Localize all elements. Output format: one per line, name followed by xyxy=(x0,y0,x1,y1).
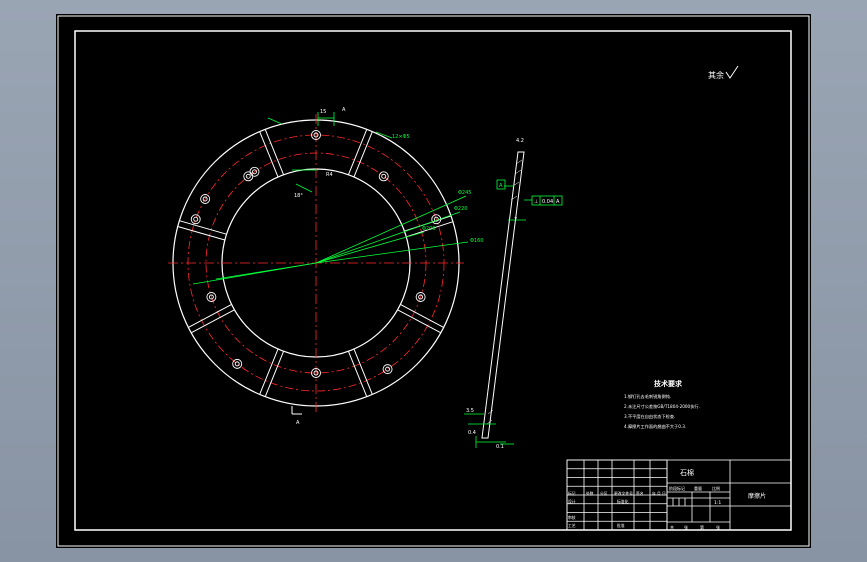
slot-edge-6 xyxy=(188,304,232,328)
rivet-hole-3 xyxy=(378,171,389,182)
rivet-hole-6 xyxy=(385,366,391,372)
drawing-sheet: 其余 Φ245 Φ220 Φ200 Φ160 12×Φ5 15 A 18° R4… xyxy=(56,14,811,548)
tb-label-process: 工艺 xyxy=(568,523,576,528)
small-dim-label: 7 xyxy=(514,217,517,223)
tb-label-design: 设计 xyxy=(568,499,576,504)
tb-label-approve: 批准 xyxy=(617,523,625,528)
tb-label-weight: 重量 xyxy=(694,485,702,491)
rivet-hole-6 xyxy=(382,364,393,375)
top-width-label: 15 xyxy=(320,109,326,115)
tol-symbol: ⊥ xyxy=(534,199,538,205)
sheet-label-no: 第 xyxy=(700,524,704,530)
dia-label-3: Φ200 xyxy=(422,226,435,232)
material-text: 石棉 xyxy=(680,468,694,477)
section-hatch xyxy=(486,159,523,425)
title-block-labels: 标记 处数 分区 更改文件号 签名 年.月.日 设计 标准化 审核 工艺 批准 xyxy=(568,491,666,528)
outer-border xyxy=(57,15,810,547)
tech-title: 技术要求 xyxy=(654,379,683,388)
tb-label-count: 处数 xyxy=(586,491,594,496)
tb-label-zone: 分区 xyxy=(600,491,608,496)
rivet-hole-3 xyxy=(381,173,387,179)
hole-spec-label: 12×Φ5 xyxy=(392,134,410,140)
rivet-hole-8 xyxy=(232,358,243,369)
tolerance-frame: ⊥ 0.04 A xyxy=(531,195,563,206)
tb-label-review: 审核 xyxy=(568,515,576,520)
tb-label-scale: 比例 xyxy=(712,485,720,491)
roughness-text: 其余 xyxy=(708,70,724,80)
tol-datum: A xyxy=(556,199,560,205)
tb-label-mark: 标记 xyxy=(568,491,576,496)
tb-label-standard: 标准化 xyxy=(617,499,629,504)
section-mark-top: A xyxy=(342,107,346,113)
slot-edge-7 xyxy=(177,225,225,241)
rivet-hole-10 xyxy=(193,216,199,222)
tb-label-date: 年.月.日 xyxy=(652,491,666,496)
section-side-view: A ⊥ 0.04 A 4.2 3.5 0.4 0.1 7 xyxy=(464,138,563,450)
tech-item-4: 4.摩擦片工作面的翘曲不大于0.3. xyxy=(624,423,686,430)
side-top-label: 4.2 xyxy=(516,138,524,144)
tol-value: 0.04 xyxy=(542,199,553,205)
flatness-tol-label: 0.1 xyxy=(496,444,504,450)
ring-front-view: Φ245 Φ220 Φ200 Φ160 12×Φ5 15 A 18° R4 A xyxy=(168,107,483,426)
thickness-label: 3.5 xyxy=(466,408,474,414)
sheet-label-sheets-1: 张 xyxy=(684,524,688,530)
section-mark-bottom: A xyxy=(296,420,300,426)
sheet-label-sheets-2: 张 xyxy=(716,524,720,530)
slot-edge-3 xyxy=(400,304,444,328)
rivet-hole-8 xyxy=(234,361,240,367)
roughness-symbol-icon xyxy=(725,65,739,79)
slot-radius-label: R4 xyxy=(326,172,333,178)
cad-drawing: 其余 Φ245 Φ220 Φ200 Φ160 12×Φ5 15 A 18° R4… xyxy=(57,15,810,547)
dia-label-2: Φ220 xyxy=(454,206,467,212)
roughness-note: 其余 xyxy=(708,65,739,80)
sheet-label-total: 共 xyxy=(670,524,674,530)
datum-label: A xyxy=(499,183,503,189)
tech-requirements: 技术要求 1.铆钉孔去毛刺锐角倒钝. 2.未注尺寸公差按GB/T1804-200… xyxy=(624,379,700,430)
top-dimension xyxy=(267,112,393,193)
side-dimensions xyxy=(464,185,532,448)
tech-item-2: 2.未注尺寸公差按GB/T1804-2000执行. xyxy=(624,403,700,410)
scale-value: 1:1 xyxy=(714,500,721,506)
tb-label-phase: 阶段标记 xyxy=(669,485,685,491)
tech-item-1: 1.铆钉孔去毛刺锐角倒钝. xyxy=(624,393,671,400)
tb-label-change: 更改文件号 xyxy=(614,491,633,496)
slot-angle-label: 18° xyxy=(294,193,303,199)
section-outline xyxy=(481,151,525,439)
rivet-hole-10 xyxy=(190,214,201,225)
inner-border xyxy=(74,30,792,531)
slot-edge-7 xyxy=(179,220,227,235)
tech-item-3: 3.不平度在自由状态下检查. xyxy=(624,413,675,420)
diameter-leaders xyxy=(192,195,469,285)
section-cut-bottom xyxy=(291,406,302,415)
dia-label-1: Φ245 xyxy=(458,190,471,196)
dia-label-4: Φ160 xyxy=(470,238,483,244)
flatness-label: 0.4 xyxy=(468,430,476,436)
part-name-text: 摩擦片 xyxy=(748,492,766,500)
tb-label-sign: 签名 xyxy=(636,491,644,496)
